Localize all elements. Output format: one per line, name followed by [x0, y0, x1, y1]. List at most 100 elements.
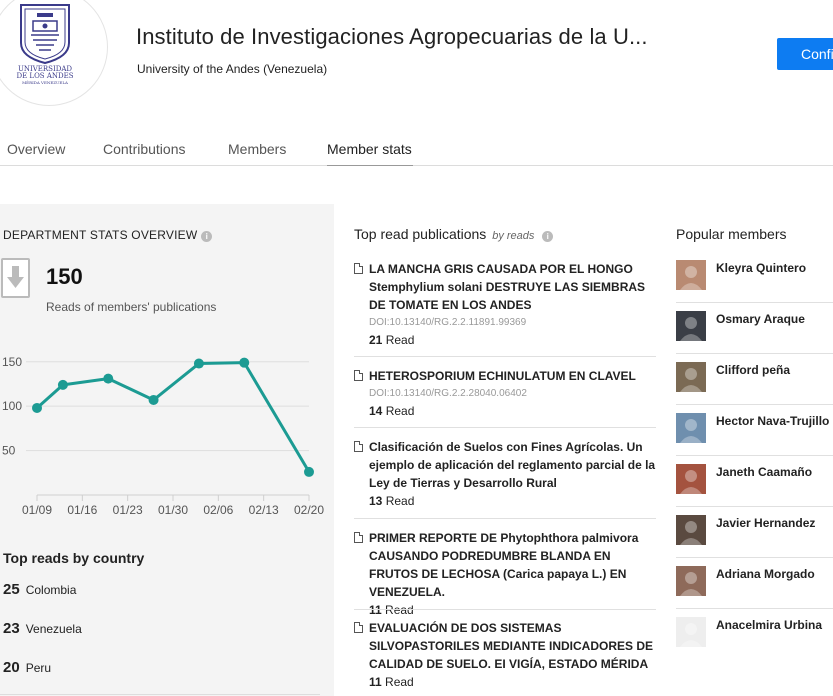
publication-title[interactable]: PRIMER REPORTE DE Phytophthora palmivora… [369, 529, 656, 601]
member-name[interactable]: Hector Nava-Trujillo [716, 414, 829, 428]
x-tick-label: 02/20 [294, 503, 324, 517]
data-point [193, 358, 204, 369]
publication-reads: 13 Read [369, 492, 656, 510]
publication-reads: 14 Read [369, 402, 656, 420]
publication-title[interactable]: LA MANCHA GRIS CAUSADA POR EL HONGO Stem… [369, 260, 656, 314]
publication-reads: 21 Read [369, 331, 656, 349]
avatar[interactable] [676, 260, 706, 290]
publication-title[interactable]: HETEROSPORIUM ECHINULATUM EN CLAVEL [369, 367, 656, 385]
tabs-divider [0, 165, 833, 166]
member-name[interactable]: Javier Hernandez [716, 516, 815, 530]
member-divider [676, 557, 833, 558]
document-icon [354, 532, 363, 543]
reads-count: 150 [46, 264, 83, 289]
tab-contributions[interactable]: Contributions [103, 141, 186, 157]
publication-divider [354, 609, 656, 610]
avatar[interactable] [676, 515, 706, 545]
avatar[interactable] [676, 362, 706, 392]
panel-divider [0, 694, 320, 695]
publication-item: EVALUACIÓN DE DOS SISTEMAS SILVOPASTORIL… [354, 619, 656, 691]
stats-heading-label: DEPARTMENT STATS OVERVIEW [3, 228, 198, 242]
data-point [103, 373, 114, 384]
reads-line-chart: 50 100 150 01/09 01/16 01/23 01/30 02/06 02/13 02… [2, 355, 324, 517]
member-item[interactable]: Hector Nava-Trujillo [676, 413, 833, 464]
country-name: Venezuela [25, 622, 82, 636]
publication-item: LA MANCHA GRIS CAUSADA POR EL HONGO Stem… [354, 260, 656, 349]
tab-members[interactable]: Members [228, 141, 286, 157]
confirm-button[interactable]: Confi [777, 38, 833, 70]
institution-subtitle[interactable]: University of the Andes (Venezuela) [137, 62, 327, 76]
x-tick-label: 01/16 [67, 503, 97, 517]
data-point [148, 394, 159, 405]
university-seal-icon: UNIVERSIDAD DE LOS ANDES MÉRIDA VENEZUEL… [16, 4, 74, 85]
by-reads-label: by reads [492, 230, 535, 242]
publication-read-count: 14 [369, 404, 383, 418]
country-reads-title: Top reads by country [3, 550, 145, 566]
member-divider [676, 353, 833, 354]
member-divider [676, 302, 833, 303]
member-divider [676, 404, 833, 405]
member-divider [676, 506, 833, 507]
member-item[interactable]: Anacelmira Urbina [676, 617, 833, 668]
publication-divider [354, 518, 656, 519]
x-tick-label: 01/30 [158, 503, 188, 517]
country-row: 25 Colombia [3, 581, 76, 598]
x-tick-label: 01/23 [113, 503, 143, 517]
publication-title[interactable]: Clasificación de Suelos con Fines Agríco… [369, 438, 656, 492]
data-point [304, 466, 314, 477]
member-item[interactable]: Osmary Araque [676, 311, 833, 362]
country-count: 25 [3, 581, 20, 598]
publication-read-label: Read [385, 333, 415, 347]
publication-doi: DOI:10.13140/RG.2.2.11891.99369 [369, 317, 527, 328]
publication-item: HETEROSPORIUM ECHINULATUM EN CLAVEL DOI:… [354, 367, 656, 420]
country-row: 23 Venezuela [3, 620, 82, 637]
publication-read-count: 11 [369, 603, 382, 617]
member-item[interactable]: Javier Hernandez [676, 515, 833, 566]
top-publications-title: Top read publications by reads i [354, 226, 554, 242]
member-name[interactable]: Clifford peña [716, 363, 790, 377]
member-item[interactable]: Clifford peña [676, 362, 833, 413]
document-icon [354, 263, 363, 274]
reads-series-line [36, 361, 311, 473]
member-name[interactable]: Adriana Morgado [716, 567, 815, 581]
y-tick-label: 100 [2, 399, 22, 413]
member-name[interactable]: Anacelmira Urbina [716, 618, 822, 632]
member-name[interactable]: Kleyra Quintero [716, 261, 806, 275]
info-icon[interactable]: i [542, 231, 554, 242]
publication-doi: DOI:10.13140/RG.2.2.28040.06402 [369, 388, 527, 399]
avatar[interactable] [676, 311, 706, 341]
reads-caption: Reads of members' publications [46, 300, 217, 314]
publication-read-label: Read [385, 404, 415, 418]
info-icon[interactable]: i [201, 231, 213, 242]
document-icon [354, 622, 363, 633]
logo-text-line2: DE LOS ANDES [16, 72, 73, 80]
member-name[interactable]: Osmary Araque [716, 312, 805, 326]
data-point [57, 379, 68, 390]
member-name[interactable]: Janeth Caamaño [716, 465, 812, 479]
avatar[interactable] [676, 464, 706, 494]
top-publications-label: Top read publications [354, 226, 487, 242]
avatar[interactable] [676, 566, 706, 596]
tab-member-stats[interactable]: Member stats [327, 141, 412, 157]
publication-read-label: Read [385, 603, 414, 617]
country-row: 20 Peru [3, 659, 51, 676]
member-item[interactable]: Kleyra Quintero [676, 260, 833, 311]
stats-panel: DEPARTMENT STATS OVERVIEW i 150 Reads of … [0, 204, 334, 696]
x-tick-label: 02/06 [203, 503, 233, 517]
member-item[interactable]: Janeth Caamaño [676, 464, 833, 515]
member-divider [676, 455, 833, 456]
member-item[interactable]: Adriana Morgado [676, 566, 833, 617]
publication-title[interactable]: EVALUACIÓN DE DOS SISTEMAS SILVOPASTORIL… [369, 619, 656, 673]
publication-read-count: 13 [369, 494, 383, 508]
avatar[interactable] [676, 413, 706, 443]
country-name: Colombia [25, 583, 77, 597]
y-tick-label: 150 [2, 355, 22, 369]
popular-members-title: Popular members [676, 226, 787, 242]
y-tick-label: 50 [2, 444, 16, 458]
avatar[interactable] [676, 617, 706, 647]
tab-overview[interactable]: Overview [7, 141, 65, 157]
document-icon [354, 441, 363, 452]
publication-read-label: Read [385, 675, 414, 689]
active-tab-underline [327, 165, 413, 166]
institution-logo: UNIVERSIDAD DE LOS ANDES MÉRIDA VENEZUEL… [0, 0, 108, 106]
